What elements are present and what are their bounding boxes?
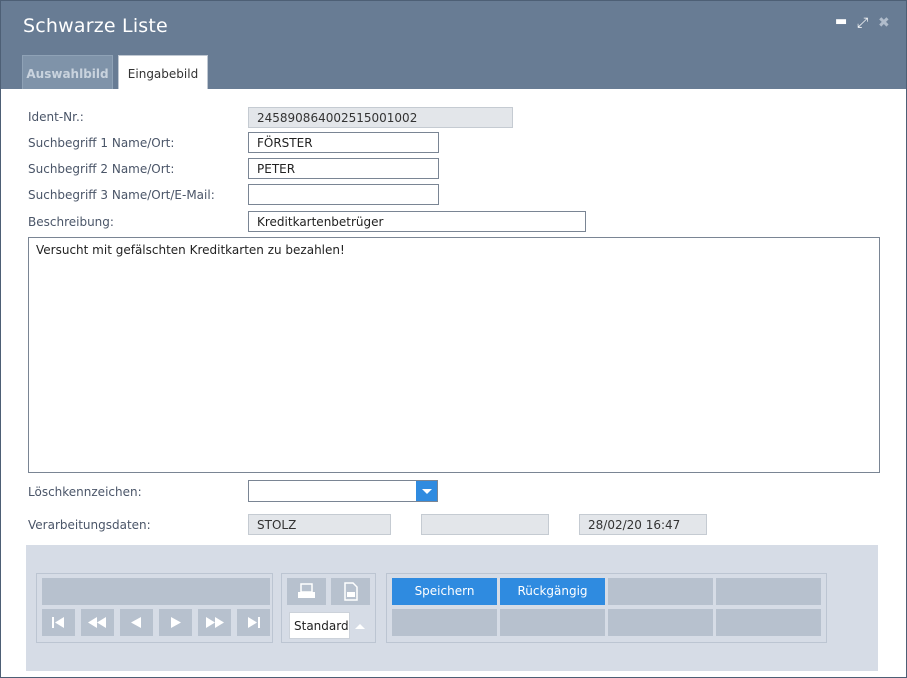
save-button[interactable]: Speichern bbox=[392, 578, 497, 605]
suchbegriff1-label: Suchbegriff 1 Name/Ort: bbox=[28, 136, 175, 150]
printer-icon bbox=[298, 583, 315, 598]
suchbegriff1-input[interactable]: FÖRSTER bbox=[248, 132, 439, 153]
suchbegriff2-label: Suchbegriff 2 Name/Ort: bbox=[28, 162, 175, 176]
ident-label: Ident-Nr.: bbox=[28, 110, 84, 124]
next-record-button[interactable] bbox=[159, 609, 192, 636]
report-select[interactable]: Standardli bbox=[289, 612, 350, 639]
last-record-button[interactable] bbox=[237, 609, 270, 636]
toolbar-panel: Standardli Speichern Rückgängig bbox=[26, 545, 878, 671]
ident-field: 245890864002515001002 bbox=[248, 107, 513, 128]
verarbeitungsdaten-label: Verarbeitungsdaten: bbox=[28, 518, 151, 532]
play-left-icon bbox=[131, 617, 141, 628]
play-right-icon bbox=[171, 617, 181, 628]
loeschkennzeichen-label: Löschkennzeichen: bbox=[28, 485, 142, 499]
action-button-6[interactable] bbox=[500, 609, 605, 636]
navigation-group bbox=[36, 573, 273, 643]
tab-eingabebild[interactable]: Eingabebild bbox=[118, 55, 208, 89]
action-button-3[interactable] bbox=[608, 578, 713, 605]
action-button-7[interactable] bbox=[608, 609, 713, 636]
fast-backward-icon bbox=[88, 617, 106, 628]
document-icon bbox=[344, 582, 358, 601]
suchbegriff3-input[interactable] bbox=[248, 184, 439, 205]
window: Schwarze Liste ▬ ⤢ ✖ Auswahlbild Eingabe… bbox=[0, 0, 907, 678]
chevron-up-icon[interactable] bbox=[355, 624, 365, 629]
record-info-bar bbox=[42, 578, 270, 605]
tab-auswahlbild[interactable]: Auswahlbild bbox=[22, 55, 113, 89]
previous-record-button[interactable] bbox=[120, 609, 153, 636]
verarbeitung-user-field: STOLZ bbox=[248, 514, 391, 535]
beschreibung-label: Beschreibung: bbox=[28, 215, 114, 229]
action-button-5[interactable] bbox=[392, 609, 497, 636]
suchbegriff3-label: Suchbegriff 3 Name/Ort/E-Mail: bbox=[28, 188, 215, 202]
next-page-button[interactable] bbox=[198, 609, 231, 636]
chevron-down-icon[interactable] bbox=[416, 481, 437, 501]
verarbeitung-datetime-field: 28/02/20 16:47 bbox=[579, 514, 707, 535]
skip-last-icon bbox=[248, 617, 260, 628]
print-group: Standardli bbox=[281, 573, 376, 643]
beschreibung-input[interactable]: Kreditkartenbetrüger bbox=[248, 211, 586, 232]
print-button[interactable] bbox=[287, 578, 326, 605]
title-bar: Schwarze Liste ▬ ⤢ ✖ Auswahlbild Eingabe… bbox=[1, 1, 906, 89]
skip-first-icon bbox=[52, 617, 64, 628]
export-button[interactable] bbox=[331, 578, 370, 605]
window-title: Schwarze Liste bbox=[23, 15, 168, 37]
loeschkennzeichen-select[interactable] bbox=[248, 480, 438, 502]
maximize-icon[interactable]: ⤢ bbox=[857, 15, 868, 31]
verarbeitung-middle-field bbox=[421, 514, 549, 535]
minimize-icon[interactable]: ▬ bbox=[835, 14, 847, 30]
action-button-4[interactable] bbox=[716, 578, 821, 605]
first-record-button[interactable] bbox=[42, 609, 75, 636]
suchbegriff2-input[interactable]: PETER bbox=[248, 158, 439, 179]
notes-textarea[interactable]: Versucht mit gefälschten Kreditkarten zu… bbox=[28, 237, 880, 473]
undo-button[interactable]: Rückgängig bbox=[500, 578, 605, 605]
previous-page-button[interactable] bbox=[81, 609, 114, 636]
close-icon[interactable]: ✖ bbox=[878, 15, 890, 31]
fast-forward-icon bbox=[206, 617, 224, 628]
action-group: Speichern Rückgängig bbox=[386, 573, 827, 643]
action-button-8[interactable] bbox=[716, 609, 821, 636]
